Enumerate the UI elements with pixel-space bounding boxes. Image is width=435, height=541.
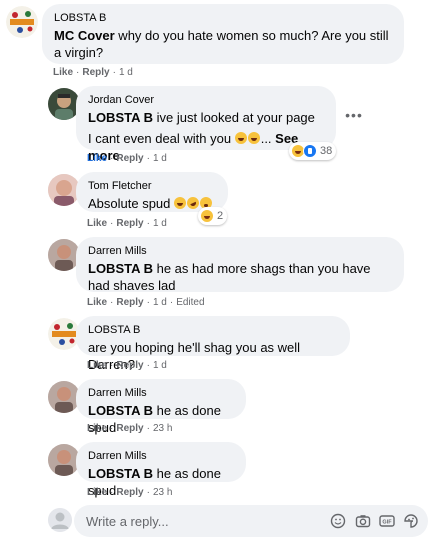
- comment-actions: Like · Reply · 23 h: [87, 423, 173, 434]
- comment-bubble: Darren Mills LOBSTA B he as had more sha…: [76, 237, 404, 293]
- comment-actions: Like · Reply · 1 d: [87, 153, 167, 164]
- like-button[interactable]: Like: [53, 67, 73, 78]
- reply-input[interactable]: Write a reply... GIF: [74, 505, 428, 537]
- reply-placeholder: Write a reply...: [86, 514, 169, 529]
- comment-text: LOBSTA B he as had more shags than you h…: [88, 261, 371, 293]
- reply-button[interactable]: Reply: [116, 360, 143, 371]
- reply-button[interactable]: Reply: [116, 218, 143, 229]
- rolling-laughing-emoji-icon: [185, 195, 201, 211]
- comment-timestamp[interactable]: 1 d: [153, 297, 167, 308]
- comment-author[interactable]: LOBSTA B: [88, 323, 338, 337]
- comment-bubble: LOBSTA B are you hoping he'll shag you a…: [76, 316, 350, 372]
- mention-link[interactable]: LOBSTA B: [88, 261, 153, 276]
- comment-bubble: Darren Mills LOBSTA B he as done spud: [76, 379, 246, 435]
- like-button[interactable]: Like: [87, 218, 107, 229]
- svg-text:GIF: GIF: [382, 520, 392, 526]
- comment-timestamp[interactable]: 23 h: [153, 423, 172, 434]
- reaction-summary[interactable]: 38: [289, 142, 337, 160]
- like-button[interactable]: Like: [87, 487, 107, 498]
- edited-label[interactable]: Edited: [176, 297, 204, 308]
- comment-text: LOBSTA B ive just looked at your page: [88, 110, 315, 125]
- comment-bubble: Tom Fletcher Absolute spud: [76, 172, 228, 212]
- reaction-count: 2: [217, 210, 224, 222]
- mention-link[interactable]: MC Cover: [54, 28, 115, 43]
- comment-actions: Like · Reply · 1 d: [87, 360, 167, 371]
- comment-timestamp[interactable]: 1 d: [119, 67, 133, 78]
- like-button[interactable]: Like: [87, 153, 107, 164]
- comment-actions: Like · Reply · 1 d: [87, 218, 167, 229]
- reply-button[interactable]: Reply: [116, 487, 143, 498]
- avatar[interactable]: [6, 6, 38, 38]
- emoji-icon[interactable]: [330, 513, 346, 529]
- comment-timestamp[interactable]: 23 h: [153, 487, 172, 498]
- reaction-summary[interactable]: 2: [198, 207, 228, 225]
- gif-icon[interactable]: GIF: [379, 513, 395, 529]
- laughing-emoji-icon: [174, 197, 187, 209]
- comment-actions: Like · Reply · 23 h: [87, 487, 173, 498]
- comment-timestamp[interactable]: 1 d: [153, 360, 167, 371]
- reply-button[interactable]: Reply: [116, 423, 143, 434]
- sticker-icon[interactable]: [403, 513, 419, 529]
- comment-bubble: Jordan Cover LOBSTA B ive just looked at…: [76, 86, 336, 163]
- comment-timestamp[interactable]: 1 d: [153, 218, 167, 229]
- comment-text: MC Cover why do you hate women so much? …: [54, 28, 389, 60]
- comment-text: Absolute spud: [88, 195, 216, 212]
- mention-link[interactable]: LOBSTA B: [88, 110, 153, 125]
- comment-author[interactable]: Jordan Cover: [88, 93, 324, 107]
- comment-actions: Like · Reply · 1 d · Edited: [87, 297, 205, 308]
- like-button[interactable]: Like: [87, 297, 107, 308]
- laughing-emoji-icon: [234, 132, 247, 144]
- mention-link[interactable]: LOBSTA B: [88, 466, 153, 481]
- comment-author[interactable]: Darren Mills: [88, 244, 392, 258]
- current-user-avatar: [48, 508, 72, 532]
- comment-actions: Like · Reply · 1 d: [53, 67, 133, 78]
- reaction-count: 38: [320, 145, 333, 157]
- more-options-icon[interactable]: •••: [344, 108, 364, 126]
- reply-button[interactable]: Reply: [116, 153, 143, 164]
- camera-icon[interactable]: [355, 513, 371, 529]
- comment-author[interactable]: Darren Mills: [88, 386, 234, 400]
- mention-link[interactable]: LOBSTA B: [88, 403, 153, 418]
- comment-author[interactable]: Darren Mills: [88, 449, 234, 463]
- reply-button[interactable]: Reply: [82, 67, 109, 78]
- like-reaction-icon: [303, 144, 317, 158]
- comment-timestamp[interactable]: 1 d: [153, 153, 167, 164]
- comment-bubble: Darren Mills LOBSTA B he as done spud: [76, 442, 246, 498]
- comment-author[interactable]: LOBSTA B: [54, 11, 392, 25]
- comment-author[interactable]: Tom Fletcher: [88, 179, 216, 193]
- laughing-emoji-icon: [247, 132, 260, 144]
- like-button[interactable]: Like: [87, 423, 107, 434]
- comment-bubble: LOBSTA B MC Cover why do you hate women …: [42, 4, 404, 64]
- haha-reaction-icon: [200, 209, 214, 223]
- reply-button[interactable]: Reply: [116, 297, 143, 308]
- like-button[interactable]: Like: [87, 360, 107, 371]
